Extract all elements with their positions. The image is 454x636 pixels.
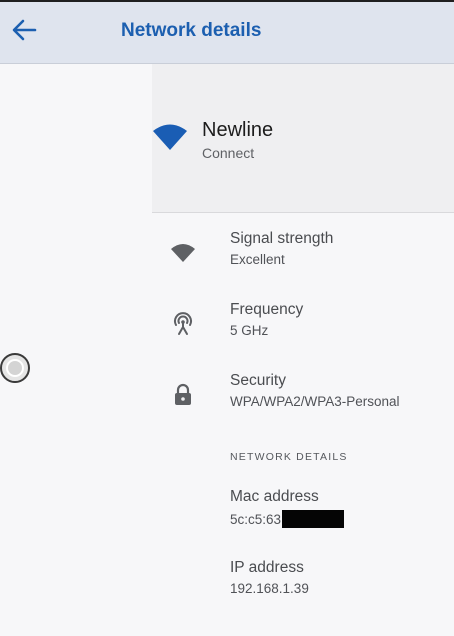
left-pane: [0, 64, 152, 636]
mac-address-label: Mac address: [230, 488, 319, 505]
network-status: Connect: [202, 145, 255, 161]
signal-strength-label: Signal strength: [230, 230, 334, 247]
wifi-icon: [152, 121, 188, 155]
frequency-row: Frequency 5 GHz: [152, 301, 454, 361]
page-title: Network details: [121, 20, 262, 41]
network-name: Newline: [202, 119, 274, 141]
security-row: Security WPA/WPA2/WPA3-Personal: [152, 372, 454, 432]
frequency-value: 5 GHz: [230, 323, 269, 338]
wifi-signal-icon: [170, 240, 196, 266]
touch-cursor: [0, 353, 30, 383]
mac-address-prefix: 5c:c5:63: [230, 512, 282, 527]
mac-address-row: Mac address 5c:c5:63: [152, 488, 454, 548]
network-header[interactable]: Newline Connect: [152, 64, 454, 213]
antenna-icon: [170, 311, 196, 337]
security-label: Security: [230, 372, 286, 389]
ip-address-value: 192.168.1.39: [230, 581, 309, 596]
redaction-bar: [282, 510, 345, 528]
security-value: WPA/WPA2/WPA3-Personal: [230, 394, 400, 409]
lock-icon: [170, 382, 196, 408]
arrow-left-icon: [11, 19, 37, 45]
signal-strength-value: Excellent: [230, 252, 285, 267]
signal-strength-row: Signal strength Excellent: [152, 230, 454, 290]
frequency-label: Frequency: [230, 301, 304, 318]
app-bar: Network details: [0, 0, 454, 64]
back-button[interactable]: [7, 17, 41, 47]
mac-address-value: 5c:c5:63: [230, 510, 345, 528]
ip-address-row: IP address 192.168.1.39: [152, 559, 454, 619]
window-edge: [0, 0, 454, 2]
ip-address-label: IP address: [230, 559, 304, 576]
network-details-heading: NETWORK DETAILS: [230, 451, 348, 463]
